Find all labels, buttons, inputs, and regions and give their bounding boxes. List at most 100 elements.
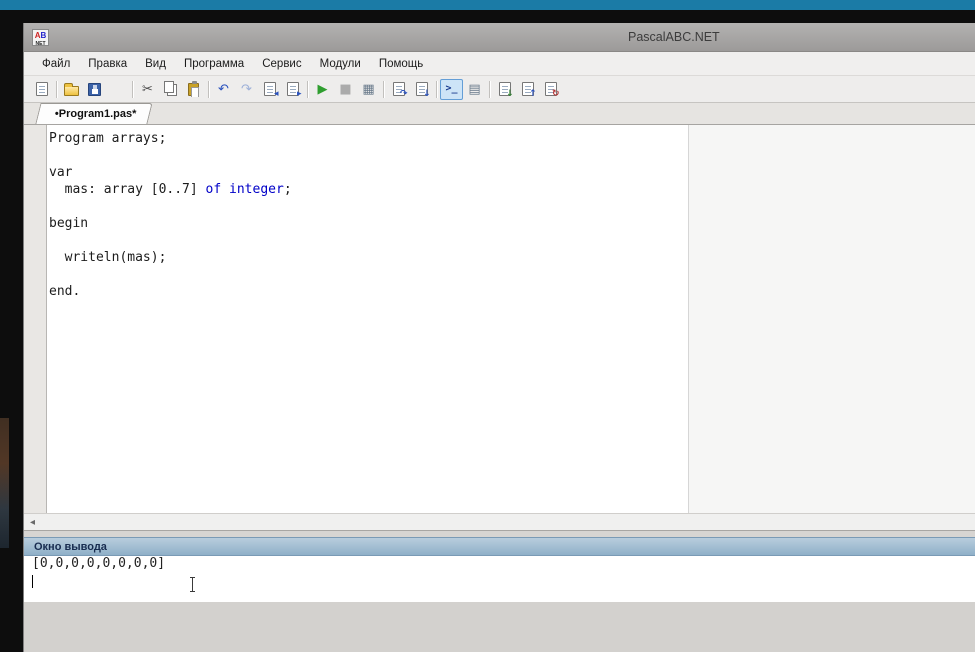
menu-item-2[interactable]: Вид [137,55,174,73]
menu-bar: Файл Правка Вид Программа Сервис Модули Помощь [24,52,975,76]
step-into-icon: ↓ [415,82,431,99]
add-unit-button[interactable]: ↓ [493,79,516,100]
show-form-icon: ▤ [468,81,481,97]
output-line: [0,0,0,0,0,0,0,0] [32,556,166,571]
output-window-toggle-icon: >_ [445,83,458,94]
redo-button[interactable]: ↷ [235,79,258,100]
menu-item-3[interactable]: Программа [176,55,252,73]
reload-unit-button[interactable]: ↻ [539,79,562,100]
toolbar-separator [132,80,133,98]
editor-right-gutter [689,125,975,513]
goto-unit-badge-icon: ↑ [528,89,537,99]
toolbar: ✂ ↶ ↷ ◂ ▸ ▶ ■ ▦ ↷ ↓ >_ ▤ ↓ ↑ ↻ [24,76,975,103]
title-bar[interactable]: AB NET PascalABC.NET [24,23,975,52]
menu-item-6[interactable]: Помощь [371,55,431,73]
editor-region: Program arrays; var mas: array [0..7] of… [24,125,975,513]
code-keyword: of [205,182,222,197]
mouse-text-cursor [190,577,195,592]
next-location-button[interactable]: ▸ [281,79,304,100]
toolbar-separator [489,80,490,98]
undo-icon: ↶ [218,81,229,97]
stop-icon: ■ [339,81,352,97]
save-all-button[interactable] [106,79,129,100]
goto-unit-button[interactable]: ↑ [516,79,539,100]
toolbar-separator [307,80,308,98]
menu-item-5[interactable]: Модули [312,55,369,73]
menu-item-0[interactable]: Файл [34,55,78,73]
save-file-icon [88,82,101,96]
copy-button[interactable] [159,79,182,100]
video-frame-background: AB NET PascalABC.NET Файл Правка Вид Програ… [0,0,975,652]
output-window-toggle-button[interactable]: >_ [440,78,463,100]
step-into-button[interactable]: ↓ [410,79,433,100]
code-text: var [49,165,73,180]
step-over-badge-icon: ↷ [399,89,408,99]
reload-unit-icon: ↻ [544,82,560,99]
code-line: writeln(mas); [49,250,292,267]
logo-net-label: NET [35,41,46,47]
step-into-badge-icon: ↓ [422,89,431,99]
menu-item-4[interactable]: Сервис [254,55,309,73]
copy-icon [163,81,174,93]
code-line: begin [49,216,292,233]
open-file-icon [64,83,79,96]
stop-button[interactable]: ■ [334,79,357,100]
run-button[interactable]: ▶ [311,79,334,100]
new-file-icon [35,82,48,96]
code-line: end. [49,284,292,301]
tab-label: •Program1.pas* [54,108,137,120]
code-text: mas: array [0..7] [49,182,206,197]
code-keyword: integer [229,182,284,197]
background-image-sliver [0,418,9,548]
scroll-left-arrow-icon[interactable]: ◂ [24,514,41,530]
new-file-button[interactable] [30,79,53,100]
code-text: ; [283,182,292,197]
editor-margin-line [688,125,689,513]
code-text: begin [49,216,89,231]
undo-button[interactable]: ↶ [212,79,235,100]
compile-icon: ▦ [362,81,375,97]
code-text: writeln(mas); [49,250,167,265]
code-editor[interactable]: Program arrays; var mas: array [0..7] of… [46,125,975,513]
tab-program1[interactable]: •Program1.pas* [35,103,153,124]
output-window-header: Окно вывода [24,537,975,556]
toolbar-separator [383,80,384,98]
paste-icon [188,81,199,97]
cut-button[interactable]: ✂ [136,79,159,100]
output-window[interactable]: [0,0,0,0,0,0,0,0] [24,556,975,602]
window-footer [24,602,975,652]
panel-splitter[interactable] [24,530,975,537]
step-over-button[interactable]: ↷ [387,79,410,100]
code-area: Program arrays; var mas: array [0..7] of… [49,131,292,301]
prev-location-badge-icon: ◂ [273,89,279,99]
code-text: Program arrays; [49,131,167,146]
paste-button[interactable] [182,79,205,100]
toolbar-separator [56,80,57,98]
prev-location-icon: ◂ [263,82,279,99]
redo-icon: ↷ [241,81,252,97]
tab-strip: •Program1.pas* [24,103,975,125]
horizontal-scrollbar[interactable]: ◂ [24,513,975,530]
show-form-button[interactable]: ▤ [463,79,486,100]
toolbar-separator [208,80,209,98]
save-file-button[interactable] [83,79,106,100]
code-text: end. [49,284,81,299]
open-file-button[interactable] [60,79,83,100]
step-over-icon: ↷ [392,82,408,99]
prev-location-button[interactable]: ◂ [258,79,281,100]
output-line [24,574,975,592]
next-location-icon: ▸ [286,82,302,99]
output-window-title: Окно вывода [34,540,107,553]
add-unit-icon: ↓ [498,82,514,99]
background-window-strip [0,0,975,10]
compile-button[interactable]: ▦ [357,79,380,100]
toolbar-separator [436,80,437,98]
run-icon: ▶ [317,81,328,97]
menu-item-1[interactable]: Правка [80,55,135,73]
cut-icon: ✂ [142,81,153,97]
